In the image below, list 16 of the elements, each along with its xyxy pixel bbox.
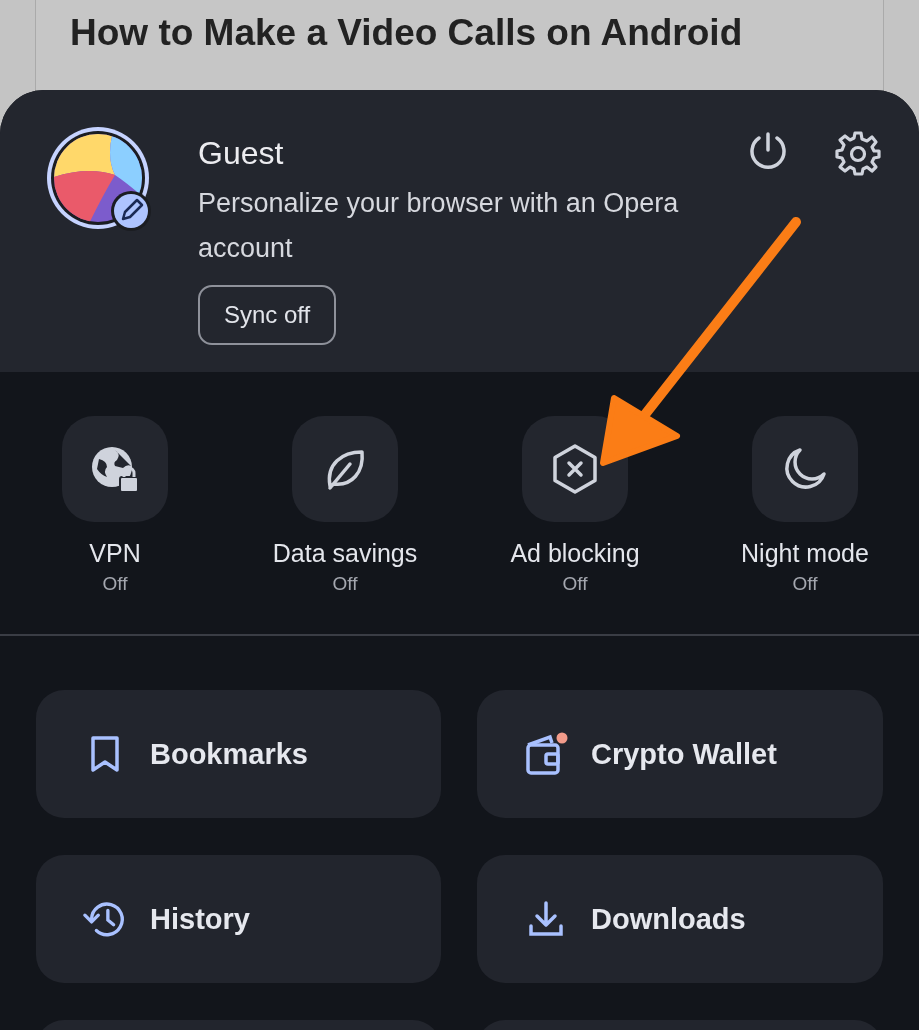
quick-toggle[interactable]: VPN Off (0, 416, 230, 634)
menu-card[interactable]: Downloads (477, 855, 883, 983)
download-icon (528, 900, 564, 938)
bookmark-icon (90, 735, 120, 773)
article-title: How to Make a Video Calls on Android (70, 11, 744, 54)
settings-icon[interactable] (835, 130, 881, 176)
profile-description: Personalize your browser with an Opera account (198, 187, 680, 265)
menu-card[interactable]: History (36, 855, 441, 983)
sync-button[interactable]: Sync off (198, 285, 337, 345)
profile-name: Guest (198, 134, 284, 173)
quick-toggle[interactable]: Data savings Off (230, 416, 460, 634)
menu-card[interactable]: Bookmarks (36, 690, 441, 818)
quick-toggle[interactable]: Night mode Off (690, 416, 919, 634)
avatar-icon[interactable] (45, 125, 152, 232)
wallet-icon (524, 731, 568, 777)
menu-card[interactable]: Crypto Wallet (477, 690, 883, 818)
